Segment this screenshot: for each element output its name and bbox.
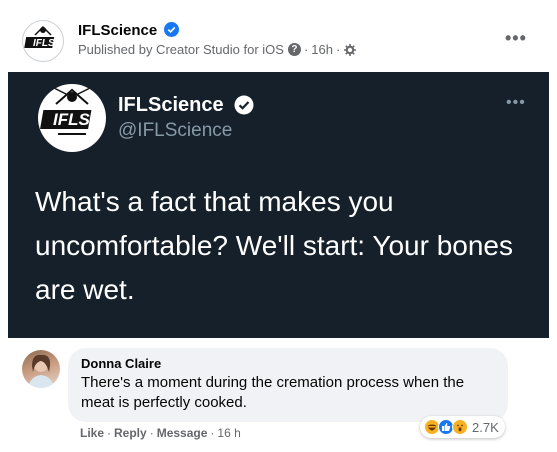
message-link[interactable]: Message [157, 426, 208, 440]
tweet-more-icon: ••• [506, 94, 526, 111]
tweet-text: What's a fact that makes you uncomfortab… [35, 186, 513, 305]
reaction-summary[interactable]: 2.7K [420, 416, 505, 438]
person-photo-icon [28, 354, 54, 388]
facebook-post-card: IFLS IFLScience Published by Creator Stu… [0, 0, 557, 452]
svg-text:IFLS: IFLS [53, 110, 90, 129]
verified-badge-icon [234, 95, 254, 115]
reply-link[interactable]: Reply [114, 426, 147, 440]
comments-section: Donna Claire There's a moment during the… [0, 338, 557, 452]
post-meta: Published by Creator Studio for iOS ? · … [78, 42, 357, 57]
wow-reaction-icon [452, 419, 468, 435]
tweet-image[interactable]: IFLS IFLScience @IFLScience ••• What's a… [8, 72, 549, 338]
tweet-avatar: IFLS [38, 84, 106, 152]
ifls-logo-icon: IFLS [24, 22, 62, 60]
page-avatar[interactable]: IFLS [22, 20, 64, 62]
tweet-author-handle: @IFLScience [118, 120, 233, 141]
commenter-avatar[interactable] [22, 350, 60, 388]
svg-text:IFLS: IFLS [33, 38, 55, 49]
post-header: IFLS IFLScience Published by Creator Stu… [0, 0, 557, 72]
comment-text: There's a moment during the cremation pr… [81, 374, 465, 411]
meta-separator: · [335, 42, 341, 57]
published-by-text: Published by Creator Studio for iOS [78, 42, 284, 57]
page-name-link[interactable]: IFLScience [78, 22, 157, 39]
action-separator: · [107, 426, 112, 440]
gear-icon [344, 43, 357, 56]
action-separator: · [149, 426, 154, 440]
post-timestamp[interactable]: 16h [311, 42, 333, 57]
meta-separator: · [303, 42, 309, 57]
comment-bubble: Donna Claire There's a moment during the… [68, 348, 508, 422]
tweet-author-name: IFLScience [118, 94, 224, 116]
comment-author-link[interactable]: Donna Claire [81, 356, 161, 371]
comment-actions: Like · Reply · Message · 16 h [80, 426, 241, 440]
comment-timestamp[interactable]: 16 h [217, 426, 240, 440]
info-icon[interactable]: ? [287, 43, 301, 56]
ifls-logo-icon: IFLS [39, 85, 105, 151]
reaction-count: 2.7K [472, 419, 499, 435]
action-separator: · [210, 426, 215, 440]
verified-badge-icon [164, 22, 179, 37]
post-more-button[interactable]: ••• [505, 28, 527, 49]
like-link[interactable]: Like [80, 426, 104, 440]
